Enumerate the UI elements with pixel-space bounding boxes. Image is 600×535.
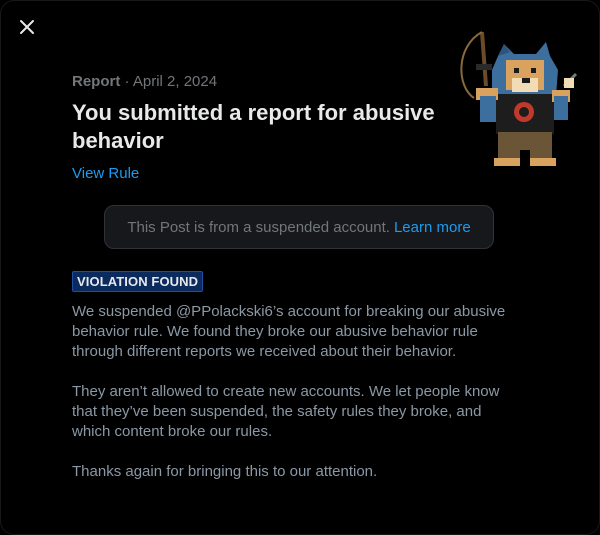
notice-text: This Post is from a suspended account. [127,218,390,236]
report-label: Report [72,73,121,90]
body-paragraph: Thanks again for bringing this to our at… [72,463,378,480]
meta-separator: · [124,73,130,90]
learn-more-link[interactable]: Learn more [394,219,471,236]
report-date: April 2, 2024 [132,73,218,90]
close-icon [20,20,34,34]
violation-badge: VIOLATION FOUND [72,271,204,292]
page-title: You submitted a report for abusive behav… [72,100,435,153]
body-paragraph: We suspended @PPolackski6’s account for … [72,303,506,360]
report-detail-modal: Report · April 2, 2024 You submitted a r… [0,0,600,535]
report-body: We suspended @PPolackski6’s account for … [72,302,522,502]
view-rule-link[interactable]: View Rule [72,165,139,182]
mascot-illustration [460,31,578,166]
body-paragraph: They aren’t allowed to create new accoun… [72,383,500,440]
report-meta: Report · April 2, 2024 [72,73,217,90]
close-button[interactable] [12,12,42,42]
suspended-account-notice: This Post is from a suspended account. L… [104,205,494,249]
